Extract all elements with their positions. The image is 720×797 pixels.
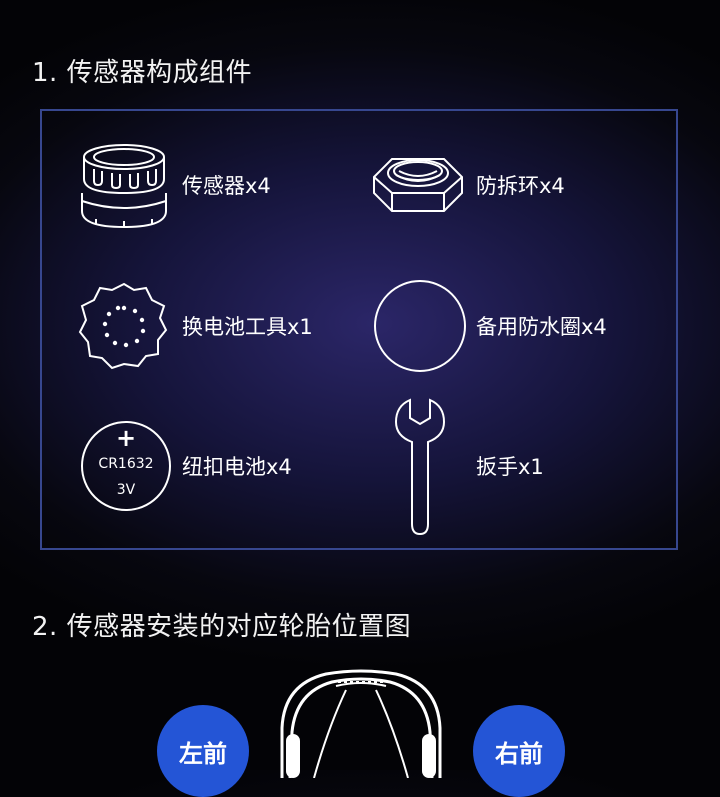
component-sensor: 传感器x4 xyxy=(76,135,271,235)
front-right-badge: 右前 xyxy=(473,705,565,797)
battery-plus-symbol: + xyxy=(115,424,137,452)
component-label: 防拆环x4 xyxy=(476,174,565,198)
component-label: 传感器x4 xyxy=(182,174,271,198)
battery-tool-icon xyxy=(76,276,172,376)
battery-model: CR1632 xyxy=(98,456,154,472)
component-label: 扳手x1 xyxy=(476,455,544,479)
component-anti-theft-ring: 防拆环x4 xyxy=(370,135,565,235)
hex-nut-icon xyxy=(370,135,466,235)
component-label: 换电池工具x1 xyxy=(182,315,313,339)
component-battery-tool: 换电池工具x1 xyxy=(76,276,313,376)
car-outline-icon xyxy=(280,669,442,778)
component-coin-battery: + CR1632 3V 纽扣电池x4 xyxy=(76,416,292,516)
front-left-badge: 左前 xyxy=(157,705,249,797)
o-ring-icon xyxy=(370,276,466,376)
section-title-positions: 2. 传感器安装的对应轮胎位置图 xyxy=(32,612,412,642)
section-title-components: 1. 传感器构成组件 xyxy=(32,58,253,88)
tire-position-figure: 左前 右前 xyxy=(0,660,720,797)
component-o-ring: 备用防水圈x4 xyxy=(370,276,607,376)
component-wrench: 扳手x1 xyxy=(370,396,544,536)
battery-voltage: 3V xyxy=(116,482,136,498)
tpms-sensor-icon xyxy=(76,135,172,235)
components-panel: 传感器x4 防拆环x4 换电池工具x1 备用防水圈x4 + CR1632 3V … xyxy=(40,109,678,550)
wrench-icon xyxy=(370,396,466,536)
component-label: 备用防水圈x4 xyxy=(476,315,607,339)
component-label: 纽扣电池x4 xyxy=(182,455,292,479)
coin-battery-icon: + CR1632 3V xyxy=(76,416,172,516)
